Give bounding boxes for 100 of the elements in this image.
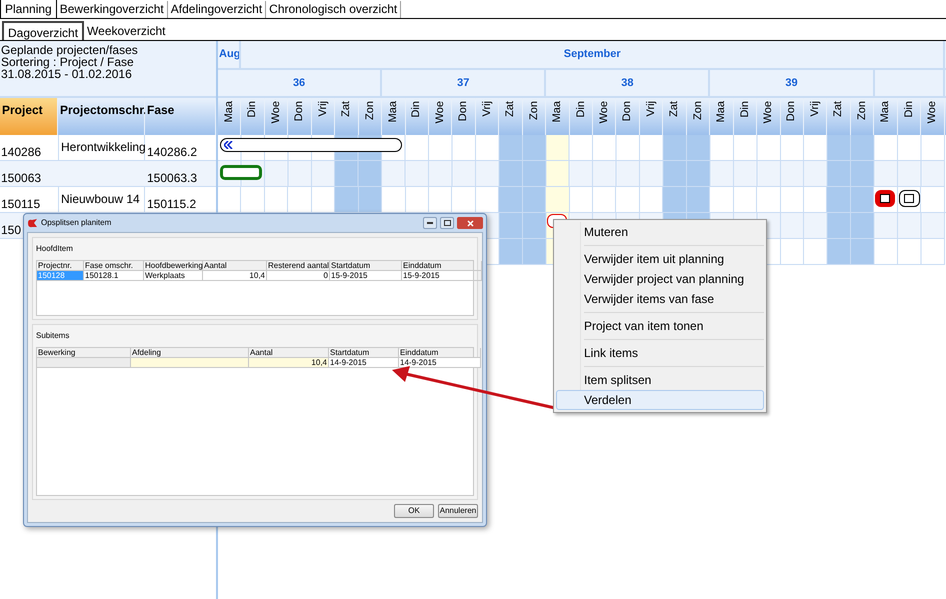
day-cell[interactable] — [686, 187, 710, 212]
tab[interactable]: Afdelingoverzicht — [168, 1, 266, 18]
tab[interactable]: Weekoverzicht — [84, 23, 169, 40]
day-cell[interactable] — [663, 187, 687, 212]
tab[interactable]: Bewerkingoverzicht — [56, 1, 168, 18]
minimize-icon — [427, 222, 433, 224]
day-header: Maa — [222, 101, 236, 122]
column-header[interactable]: Fase omschr. — [84, 261, 144, 271]
day-header: Zon — [526, 101, 541, 120]
planning-item[interactable] — [875, 190, 896, 207]
day-header: Din — [738, 101, 752, 118]
day-header: Din — [245, 101, 260, 118]
column-header[interactable]: Startdatum — [330, 261, 402, 271]
month-header: Aug — [218, 41, 242, 68]
tab[interactable]: Planning — [0, 0, 57, 18]
day-header: Zat — [339, 101, 354, 117]
column-header[interactable]: Aantal — [203, 261, 267, 271]
table-cell[interactable]: 15-9-2015 — [330, 271, 402, 281]
planning-item[interactable] — [898, 190, 920, 207]
column-header[interactable]: Resterend aantal — [267, 261, 330, 271]
close-button[interactable] — [457, 217, 483, 229]
menu-item[interactable]: Verwijder items van fase — [556, 289, 764, 309]
maximize-button[interactable] — [440, 217, 454, 229]
table-cell[interactable]: 15-9-2015 — [402, 271, 482, 281]
day-header: Zon — [690, 101, 705, 120]
table-cell: 140286 — [1, 145, 42, 159]
menu-item[interactable]: Link items — [556, 343, 764, 363]
column-header[interactable]: Einddatum — [402, 261, 482, 271]
day-header: Maa — [878, 101, 892, 122]
day-header: Don — [292, 101, 306, 122]
dialog-button[interactable]: Annuleren — [438, 504, 478, 518]
info-text: 31.08.2015 - 01.02.2016 — [1, 68, 133, 80]
minimize-button[interactable] — [423, 217, 437, 229]
table-cell[interactable]: 14-9-2015 — [399, 358, 481, 368]
menu-item[interactable]: Project van item tonen — [556, 316, 764, 336]
info-text: Sortering : Project / Fase — [1, 56, 134, 68]
day-cell[interactable] — [358, 187, 382, 212]
table-cell[interactable] — [37, 358, 131, 368]
day-header: Zat — [667, 101, 682, 117]
table-cell[interactable]: 10,4 — [203, 271, 267, 281]
day-cell[interactable] — [734, 187, 758, 212]
column-header[interactable]: Fase — [145, 98, 216, 135]
day-cell[interactable] — [780, 187, 804, 212]
table-cell[interactable]: 14-9-2015 — [329, 358, 399, 368]
day-header: Maa — [714, 101, 728, 122]
menu-item[interactable]: Verwijder item uit planning — [556, 249, 764, 269]
calendar-row[interactable] — [218, 135, 945, 161]
table-cell[interactable]: 10,4 — [249, 358, 329, 368]
day-header: Din — [409, 101, 424, 118]
planning-bar[interactable] — [220, 138, 402, 152]
double-chevron-left-icon — [224, 141, 233, 149]
column-header[interactable]: Projectomschr. — [58, 98, 145, 135]
table-cell-text: 150063.3 — [146, 170, 198, 186]
day-header: Vrij — [808, 101, 822, 116]
tab[interactable]: Dagoverzicht — [2, 21, 84, 40]
day-cell[interactable] — [546, 187, 570, 212]
day-cell[interactable] — [522, 187, 546, 212]
day-cell[interactable] — [406, 187, 429, 212]
group-title: Subitems — [36, 330, 70, 342]
table-cell-text: 140286.2 — [146, 144, 198, 160]
day-header: Din — [574, 101, 588, 118]
table-cell: 150 — [1, 223, 22, 237]
menu-item[interactable]: Verwijder project van planning — [556, 269, 764, 289]
day-header: Zat — [831, 101, 846, 117]
day-cell[interactable] — [850, 187, 874, 212]
table-cell[interactable]: Werkplaats — [144, 271, 203, 281]
table-cell[interactable]: 150128.1 — [84, 271, 144, 281]
menu-item[interactable]: Verdelen — [556, 390, 764, 410]
app-logo-icon — [27, 218, 38, 228]
table-cell: Herontwikkeling — [58, 135, 145, 160]
tab[interactable]: Chronologisch overzicht — [266, 1, 402, 18]
day-cell[interactable] — [570, 187, 593, 212]
day-header: Zon — [854, 101, 869, 120]
table-cell[interactable] — [131, 358, 249, 368]
column-header[interactable]: Project — [0, 98, 58, 135]
day-header: Don — [784, 101, 798, 122]
day-cell[interactable] — [335, 187, 359, 212]
day-header: Maa — [550, 101, 564, 122]
day-header: Zat — [503, 101, 518, 117]
dialog-button[interactable]: OK — [394, 504, 434, 518]
week-header: 36 — [218, 70, 382, 96]
group-title: HoofdItem — [36, 243, 74, 255]
menu-item[interactable]: Item splitsen — [556, 370, 764, 390]
day-cell[interactable] — [499, 187, 523, 212]
table-cell: 150115 — [1, 197, 40, 211]
table-cell[interactable]: 0 — [267, 271, 330, 281]
week-header: 39 — [710, 70, 875, 96]
day-header: Don — [620, 101, 634, 122]
day-header: Woe — [761, 101, 776, 124]
day-header: Vrij — [644, 101, 658, 116]
day-header: Din — [902, 101, 916, 118]
column-header[interactable]: Hoofdbewerking — [144, 261, 203, 271]
day-cell[interactable] — [874, 187, 898, 212]
day-cell[interactable] — [898, 187, 922, 212]
week-header: 38 — [546, 70, 710, 96]
table-cell: Nieuwbouw 14 — [58, 187, 145, 212]
menu-item[interactable]: Muteren — [556, 222, 764, 242]
table-cell-text: 150115.2 — [146, 196, 198, 212]
day-header: Zon — [362, 101, 377, 120]
day-cell[interactable] — [827, 187, 851, 212]
